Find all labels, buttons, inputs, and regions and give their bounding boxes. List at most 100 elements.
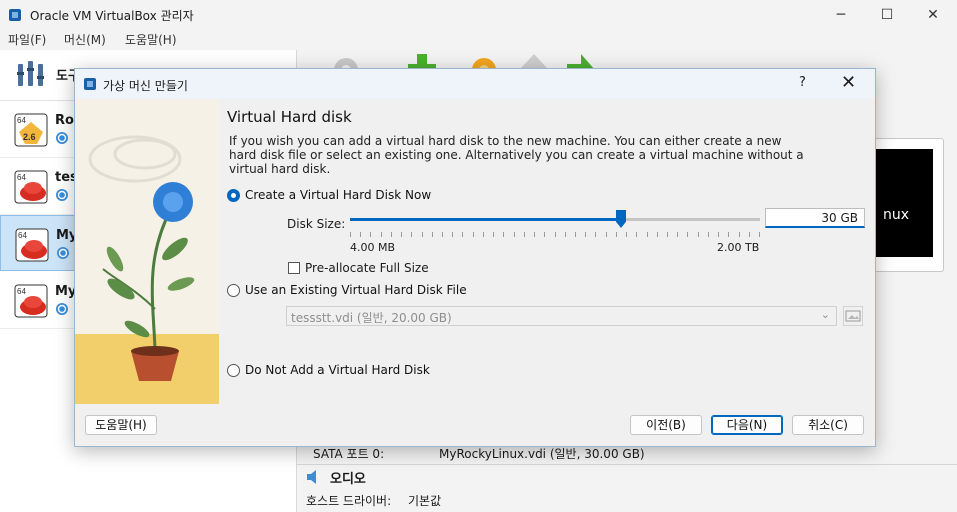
slider-tick (708, 232, 709, 237)
create-vm-dialog: 가상 머신 만들기 ? ✕ Virtual Hard disk If you w… (74, 68, 876, 447)
slider-tick (524, 232, 525, 237)
dialog-close-button[interactable]: ✕ (841, 72, 856, 93)
slider-tick (422, 232, 423, 237)
slider-min-label: 4.00 MB (350, 241, 396, 254)
preview-screen: nux (871, 149, 933, 257)
disk-size-value: 30 (821, 211, 837, 225)
vm-name: Ro (55, 113, 74, 128)
slider-tick (647, 232, 648, 237)
powered-off-icon (57, 247, 69, 259)
browse-folder-button[interactable] (843, 306, 863, 326)
slider-tick (462, 232, 463, 237)
sata-port-value: MyRockyLinux.vdi (일반, 30.00 GB) (439, 447, 645, 461)
preallocate-label: Pre-allocate Full Size (305, 261, 429, 275)
audio-section-title[interactable]: 오디오 (330, 468, 366, 487)
maximize-button[interactable]: ☐ (864, 0, 910, 30)
slider-tick (381, 232, 382, 237)
existing-file-select[interactable]: tessstt.vdi (일반, 20.00 GB) ⌄ (286, 306, 837, 326)
tools-icon (17, 61, 44, 86)
slider-tick (677, 232, 678, 237)
section-divider (297, 464, 957, 465)
slider-tick (483, 232, 484, 237)
slider-tick (503, 232, 504, 237)
dialog-footer: 도움말(H) 이전(B) 다음(N) 취소(C) (75, 404, 875, 446)
disk-size-slider[interactable] (350, 210, 760, 228)
slider-tick (728, 232, 729, 237)
svg-text:64: 64 (17, 116, 26, 125)
menu-file[interactable]: 파일(F) (8, 31, 46, 48)
slider-tick (401, 232, 402, 237)
chevron-down-icon: ⌄ (820, 308, 830, 321)
slider-tick (698, 232, 699, 237)
slider-tick (749, 232, 750, 237)
slider-tick (442, 232, 443, 237)
slider-tick (565, 232, 566, 237)
page-title: Virtual Hard disk (227, 108, 352, 126)
slider-tick (493, 232, 494, 237)
slider-tick (432, 232, 433, 237)
powered-off-icon (56, 189, 68, 201)
existing-disk-radio[interactable] (227, 284, 240, 297)
plant-illustration (75, 99, 219, 404)
back-button[interactable]: 이전(B) (630, 415, 702, 435)
create-disk-label: Create a Virtual Hard Disk Now (245, 188, 432, 202)
audio-speaker-icon (307, 470, 316, 484)
close-window-button[interactable]: ✕ (910, 0, 956, 30)
disk-size-input[interactable]: 30 GB (765, 208, 865, 228)
slider-tick (636, 232, 637, 237)
create-disk-radio[interactable] (227, 189, 240, 202)
powered-off-icon (56, 132, 68, 144)
slider-tick (759, 232, 760, 237)
existing-file-value: tessstt.vdi (일반, 20.00 GB) (291, 311, 452, 325)
preallocate-checkbox[interactable] (288, 262, 300, 274)
host-driver-label: 호스트 드라이버: (306, 494, 392, 508)
slider-tick (575, 232, 576, 237)
help-button[interactable]: 도움말(H) (85, 415, 157, 435)
no-disk-label: Do Not Add a Virtual Hard Disk (245, 363, 430, 377)
powered-off-icon (56, 303, 68, 315)
slider-tick (391, 232, 392, 237)
slider-tick (360, 232, 361, 237)
slider-tick (473, 232, 474, 237)
sata-port-label: SATA 포트 0: (313, 447, 385, 461)
os-icon: 64 (14, 284, 48, 318)
wizard-page: Virtual Hard disk If you wish you can ad… (219, 99, 875, 404)
page-description: If you wish you can add a virtual hard d… (229, 134, 804, 176)
svg-text:64: 64 (17, 173, 26, 182)
menu-machine[interactable]: 머신(M) (64, 31, 106, 48)
slider-tick (616, 232, 617, 237)
menu-help[interactable]: 도움말(H) (125, 31, 177, 48)
slider-tick (718, 232, 719, 237)
slider-tick (555, 232, 556, 237)
os-icon: 64 2.6 (14, 113, 48, 147)
slider-tick (411, 232, 412, 237)
slider-ticks (350, 232, 760, 238)
os-icon: 64 (15, 228, 49, 262)
dialog-help-button[interactable]: ? (799, 75, 806, 90)
existing-disk-label: Use an Existing Virtual Hard Disk File (245, 283, 467, 297)
disk-size-text: 30 GB (821, 211, 858, 225)
slider-tick (739, 232, 740, 237)
cancel-button[interactable]: 취소(C) (792, 415, 864, 435)
slider-tick (452, 232, 453, 237)
no-disk-radio[interactable] (227, 364, 240, 377)
slider-tick (667, 232, 668, 237)
svg-text:64: 64 (18, 231, 27, 240)
svg-text:2.6: 2.6 (23, 132, 36, 142)
next-button[interactable]: 다음(N) (711, 415, 783, 435)
slider-tick (606, 232, 607, 237)
preview-text: nux (883, 207, 910, 223)
slider-max-label: 2.00 TB (717, 241, 760, 254)
menu-bar: 파일(F) 머신(M) 도움말(H) (0, 30, 957, 50)
minimize-button[interactable]: ─ (818, 0, 864, 30)
slider-handle[interactable] (616, 210, 626, 228)
slider-fill (350, 218, 621, 221)
os-icon: 64 (14, 170, 48, 204)
slider-tick (687, 232, 688, 237)
title-bar: Oracle VM VirtualBox 관리자 ─ ☐ ✕ (0, 0, 957, 30)
slider-tick (544, 232, 545, 237)
svg-text:64: 64 (17, 287, 26, 296)
dialog-title: 가상 머신 만들기 (103, 79, 188, 93)
window-title: Oracle VM VirtualBox 관리자 (30, 9, 194, 23)
slider-tick (514, 232, 515, 237)
